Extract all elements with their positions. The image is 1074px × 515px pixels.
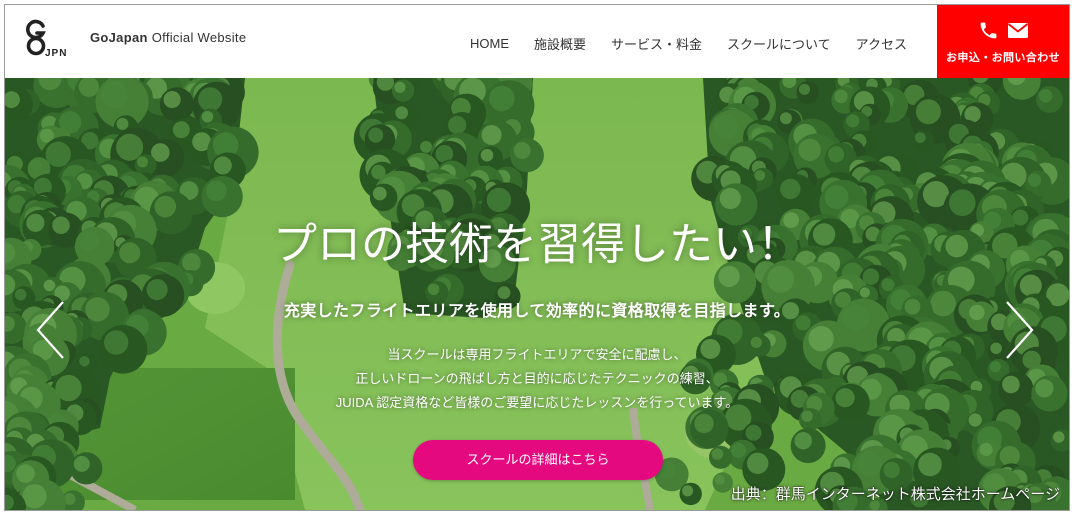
chevron-right-icon[interactable] [1005,300,1035,360]
home-logo-link[interactable]: JPN GoJapan Official Website [24,18,264,58]
nav-item-access[interactable]: アクセス [856,34,907,53]
phone-icon [980,22,997,39]
mail-icon [1007,23,1029,38]
hero-description-line: 正しいドローンの飛ばし方と目的に応じたテクニックの練習、 [355,371,719,386]
site-brand: GoJapan [90,30,148,45]
page-frame: JPN GoJapan Official Website HOME 施設概要 サー… [4,4,1070,511]
hero-description: 当スクールは専用フライトエリアで安全に配慮し、 正しいドローンの飛ばし方と目的に… [5,343,1069,415]
hero-heading: プロの技術を習得したい！ [273,220,801,269]
nav-item-services-pricing[interactable]: サービス・料金 [611,34,702,53]
chevron-left-icon[interactable] [35,300,65,360]
hero-description-line: JUIDA 認定資格など皆様のご要望に応じたレッスンを行っています。 [335,395,739,410]
school-details-button[interactable]: スクールの詳細はこちら [413,440,663,480]
contact-label: お申込・お問い合わせ [946,52,1060,64]
hero-subheading: 充実したフライトエリアを使用して効率的に資格取得を目指します。 [283,303,791,320]
contact-button[interactable]: お申込・お問い合わせ [937,5,1069,78]
site-title: GoJapan Official Website [90,30,246,46]
main-nav: HOME 施設概要 サービス・料金 スクールについて アクセス [470,7,907,80]
hero-slider: プロの技術を習得したい！ 充実したフライトエリアを使用して効率的に資格取得を目指… [5,78,1069,510]
site-subtitle: Official Website [151,30,247,45]
site-header: JPN GoJapan Official Website HOME 施設概要 サー… [5,5,1069,78]
image-credit: 出典：群馬インターネット株式会社ホームページ [730,486,1060,503]
nav-item-home[interactable]: HOME [470,36,509,51]
logo-lettering: JPN [45,48,67,58]
nav-item-facility[interactable]: 施設概要 [534,34,586,53]
gojapan-logo: JPN [26,19,67,58]
hero-description-line: 当スクールは専用フライトエリアで安全に配慮し、 [387,347,687,362]
nav-item-about-school[interactable]: スクールについて [727,34,831,53]
